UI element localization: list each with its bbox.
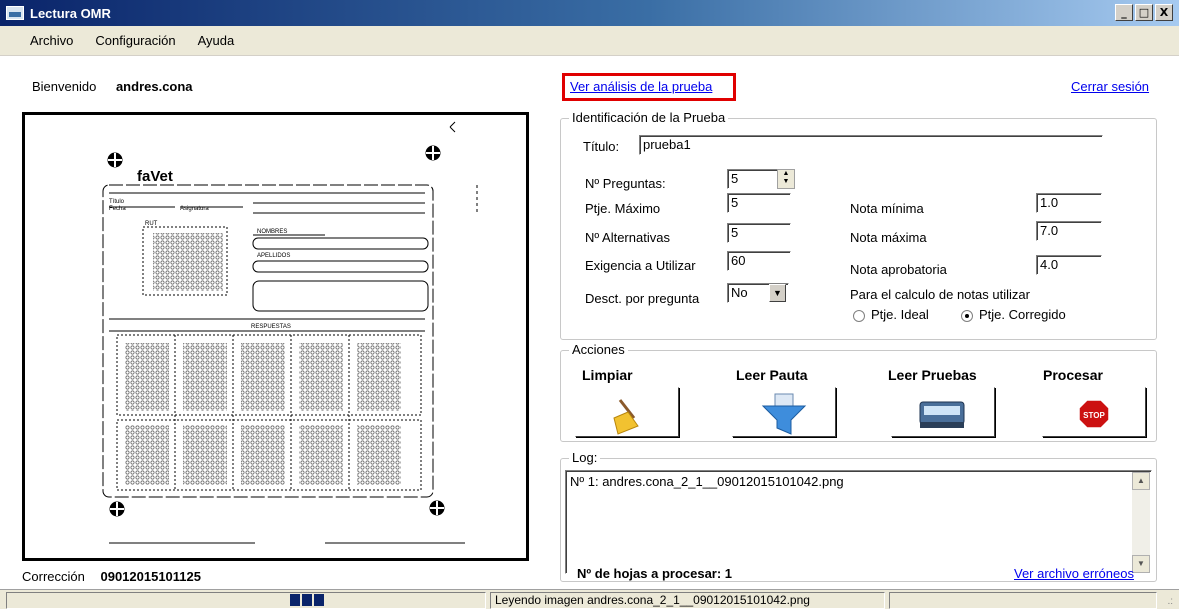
welcome: Bienvenido andres.cona [32,79,193,94]
analysis-link-highlight: Ver análisis de la prueba [562,73,736,101]
radio-ptje-corregido[interactable]: Ptje. Corregido [961,307,1066,322]
radio-ptje-ideal[interactable]: Ptje. Ideal [853,307,929,322]
app-icon [6,6,24,20]
sheet-logo: faVet [137,168,173,185]
chevron-down-icon[interactable]: ▼ [769,284,786,302]
log-title: Log: [569,450,601,465]
sheet-field-rut: RUT [145,221,158,227]
exigencia-label: Exigencia a Utilizar [585,258,696,273]
menu-ayuda[interactable]: Ayuda [198,33,235,48]
window-controls: _ □ X [1115,4,1173,21]
ptje-max-input[interactable]: 5 [727,193,791,213]
registration-mark-bottom-left [109,501,125,517]
progress-segment [314,594,324,606]
leer-pauta-label: Leer Pauta [736,367,808,383]
progress-segment [290,594,300,606]
identification-group: Identificación de la Prueba Título: prue… [560,110,1157,340]
nota-max-input[interactable]: 7.0 [1036,221,1102,241]
maximize-button[interactable]: □ [1135,4,1153,21]
progress-segment [302,594,312,606]
actions-title: Acciones [569,342,628,357]
progress-panel [6,592,486,609]
welcome-label: Bienvenido [32,79,97,94]
nota-apr-input[interactable]: 4.0 [1036,255,1102,275]
nota-max-label: Nota máxima [850,230,927,245]
identification-title: Identificación de la Prueba [569,110,729,125]
logout-link[interactable]: Cerrar sesión [1071,79,1149,94]
stop-sign-icon: STOP [1078,399,1110,429]
nota-min-label: Nota mínima [850,201,924,216]
username: andres.cona [115,79,193,94]
registration-mark-bottom-right [429,500,445,516]
titulo-label: Título: [583,139,620,154]
status-bar: Leyendo imagen andres.cona_2_1__09012015… [0,589,1179,609]
leer-pruebas-label: Leer Pruebas [888,367,977,383]
minimize-button[interactable]: _ [1115,4,1133,21]
limpiar-button[interactable] [575,387,679,437]
procesar-label: Procesar [1043,367,1103,383]
broom-icon [613,399,639,435]
stop-sign-text: STOP [1083,411,1105,420]
window-title: Lectura OMR [30,5,111,21]
menu-configuracion[interactable]: Configuración [95,33,175,48]
limpiar-label: Limpiar [582,367,633,383]
alternativas-label: Nº Alternativas [585,230,670,245]
sheet-field-fecha: Fecha [109,206,126,212]
sheet-field-respuestas: RESPUESTAS [251,324,291,330]
preguntas-label: Nº Preguntas: [585,176,666,191]
exigencia-input[interactable]: 60 [727,251,791,271]
errors-link[interactable]: Ver archivo erróneos [1014,566,1134,581]
log-textarea[interactable]: Nº 1: andres.cona_2_1__09012015101042.pn… [565,470,1152,574]
correction-label: Corrección [22,569,85,584]
scroll-down-icon[interactable]: ▼ [1132,555,1150,573]
radio-corregido-circle[interactable] [961,309,973,322]
correction: Corrección 09012015101125 [22,569,201,584]
funnel-icon [761,393,807,435]
menu-bar: Archivo Configuración Ayuda [0,26,1179,56]
titulo-input[interactable]: prueba1 [639,135,1103,155]
sheet-field-apellidos: APELLIDOS [257,253,290,259]
scroll-up-icon[interactable]: ▲ [1132,472,1150,490]
log-scrollbar[interactable]: ▲ ▼ [1132,472,1150,573]
scanned-answer-sheet: faVet Título Fecha Asignatura NOMBRES AP… [22,112,529,561]
leer-pruebas-button[interactable] [891,387,995,437]
sheet-field-nombres: NOMBRES [257,229,287,235]
bubble-grid [125,233,401,485]
radio-corregido-label: Ptje. Corregido [979,307,1066,322]
correction-value: 09012015101125 [100,569,201,584]
registration-mark-top-left [107,152,123,168]
resize-grip-icon[interactable]: .: [1167,596,1173,607]
progress-bar [290,594,324,606]
log-line: Nº 1: andres.cona_2_1__09012015101042.pn… [570,474,844,489]
title-bar: Lectura OMR _ □ X [0,0,1179,26]
radio-ideal-circle[interactable] [853,309,865,322]
radio-ideal-label: Ptje. Ideal [871,307,929,322]
menu-archivo[interactable]: Archivo [30,33,73,48]
descuento-label: Desct. por pregunta [585,291,700,306]
status-message: Leyendo imagen andres.cona_2_1__09012015… [490,592,885,609]
calc-label: Para el calculo de notas utilizar [850,287,1030,302]
actions-group: Acciones Limpiar Leer Pauta Leer Pruebas… [560,342,1157,442]
scanner-icon [919,401,965,428]
nota-min-input[interactable]: 1.0 [1036,193,1102,213]
registration-mark-top-right [425,145,441,161]
alternativas-input[interactable]: 5 [727,223,791,243]
answer-sheet-image: faVet Título Fecha Asignatura NOMBRES AP… [102,121,478,544]
nota-apr-label: Nota aprobatoria [850,262,947,277]
close-button[interactable]: X [1155,4,1173,21]
procesar-button[interactable]: STOP [1042,387,1146,437]
analysis-link[interactable]: Ver análisis de la prueba [570,79,712,94]
preguntas-spinner[interactable]: ▲ ▼ [777,169,795,189]
ptje-max-label: Ptje. Máximo [585,201,661,216]
sheet-field-titulo: Título [109,199,125,205]
sheet-field-asignatura: Asignatura [180,206,209,212]
leer-pauta-button[interactable] [732,387,836,437]
sheets-count: Nº de hojas a procesar: 1 [577,566,733,581]
status-panel-empty [889,592,1157,609]
